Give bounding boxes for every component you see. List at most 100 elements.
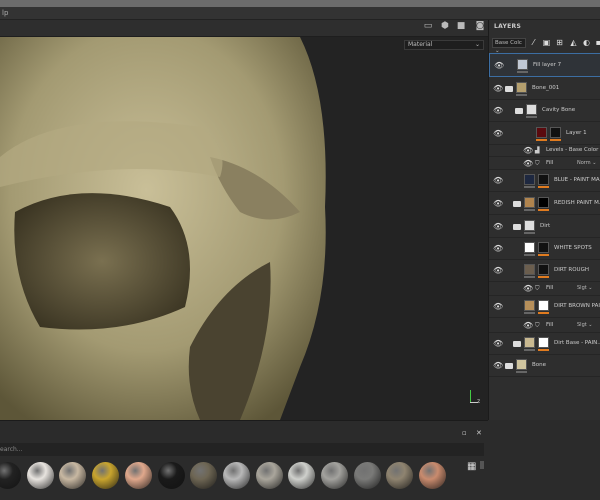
material-thumbnail[interactable] [124, 462, 152, 489]
visibility-eye-icon[interactable]: 👁 [493, 244, 503, 253]
mask-thumbnail[interactable] [538, 337, 549, 348]
material-thumbnail[interactable] [321, 462, 348, 489]
layer-row[interactable]: 👁 Bone_001 [489, 77, 600, 100]
visibility-eye-icon[interactable]: 👁 [493, 266, 503, 275]
layer-thumbnail[interactable] [536, 126, 547, 138]
display-mode-value: Material [408, 41, 433, 48]
layer-row[interactable]: 👁 ⛉ Fill Slgt ⌄ [489, 282, 600, 296]
material-thumbnail[interactable] [92, 462, 120, 489]
mask-thumbnail[interactable] [538, 196, 549, 208]
undock-icon[interactable]: ▫ [462, 429, 467, 437]
camera-frame-icon[interactable]: ▭ [422, 20, 434, 32]
layer-thumbnail[interactable] [516, 81, 527, 93]
video-icon[interactable]: ■ [455, 20, 467, 32]
material-thumbnail[interactable] [59, 462, 87, 489]
channel-indicator [516, 93, 527, 96]
blend-mode-select[interactable]: Norm ⌄ [577, 160, 596, 166]
layer-thumbnail[interactable] [524, 337, 535, 348]
layer-row[interactable]: 👁 BLUE - PAINT MASK [489, 170, 600, 192]
visibility-eye-icon[interactable]: 👁 [493, 129, 503, 138]
layer-row[interactable]: 👁 DIRT ROUGH [489, 260, 600, 282]
layer-thumbnail[interactable] [524, 242, 535, 253]
layer-row[interactable]: 👁 DIRT BROWN PAINT ... [489, 296, 600, 318]
layer-thumbnail[interactable] [524, 219, 535, 231]
visibility-eye-icon[interactable]: 👁 [493, 199, 503, 208]
mask-thumbnail[interactable] [538, 174, 549, 185]
mask-thumbnail[interactable] [538, 264, 549, 275]
panel-title: LAYERS [494, 23, 522, 30]
material-thumbnail[interactable] [26, 462, 54, 489]
layer-row[interactable]: 👁 Layer 1 [489, 122, 600, 145]
layer-thumbnail[interactable] [524, 300, 535, 311]
layer-row[interactable]: 👁 Dirt Base - PAIN... [489, 333, 600, 355]
layer-thumbnail[interactable] [524, 174, 535, 185]
object-icon[interactable]: ⬢ [439, 20, 451, 32]
visibility-eye-icon[interactable]: 👁 [493, 176, 503, 185]
visibility-eye-icon[interactable]: 👁 [493, 222, 503, 231]
mask-thumbnail[interactable] [550, 126, 561, 138]
layer-name: BLUE - PAINT MASK [554, 177, 600, 183]
grid-view-icon[interactable]: ▦ [467, 461, 476, 472]
brush-icon[interactable]: ⁄ [529, 38, 538, 48]
layer-thumbnail[interactable] [524, 264, 535, 275]
layer-thumbnail[interactable] [526, 104, 537, 115]
visibility-eye-icon[interactable]: 👁 [523, 159, 533, 168]
layer-row[interactable]: 👁 WHITE SPOTS [489, 238, 600, 260]
visibility-eye-icon[interactable]: 👁 [493, 106, 503, 115]
layer-row[interactable]: 👁 ⛉ Fill Norm ⌄ [489, 157, 600, 170]
layer-thumbnail[interactable] [517, 59, 528, 70]
mask-thumbnail[interactable] [538, 300, 549, 311]
visibility-eye-icon[interactable]: 👁 [523, 321, 533, 330]
layer-row[interactable]: 👁 ▟ Levels - Base Color [489, 145, 600, 157]
layer-row[interactable]: 👁 Bone [489, 355, 600, 377]
material-thumbnail[interactable] [190, 462, 218, 489]
channel-select[interactable]: Base Colc ⌄ [492, 38, 526, 54]
add-fill-icon[interactable]: ⊞ [555, 38, 564, 48]
skull-model [0, 37, 326, 420]
folder-icon[interactable]: ▪ [594, 38, 600, 48]
visibility-eye-icon[interactable]: 👁 [523, 284, 533, 293]
3d-viewport[interactable]: Material ⌄ z [0, 37, 488, 420]
add-mask-icon[interactable]: ◭ [569, 38, 578, 48]
display-mode-select[interactable]: Material ⌄ [404, 40, 484, 50]
material-thumbnail[interactable] [419, 462, 447, 489]
channel-indicator [524, 276, 535, 278]
layer-thumbnail[interactable] [524, 196, 535, 208]
layer-name: DIRT BROWN PAINT ... [554, 303, 600, 309]
layer-row[interactable]: 👁 Dirt [489, 215, 600, 238]
layer-thumbnail[interactable] [516, 359, 527, 370]
material-thumbnail[interactable] [255, 462, 283, 489]
screenshot-icon[interactable]: ◙ [474, 20, 486, 32]
layer-name: Bone [532, 362, 547, 368]
layer-row[interactable]: 👁 Cavity Bone [489, 100, 600, 122]
layer-row[interactable]: 👁 REDISH PAINT M... [489, 192, 600, 215]
channel-indicator [550, 138, 561, 141]
menu-help[interactable]: lp [2, 9, 8, 17]
mask-thumbnail[interactable] [538, 242, 549, 253]
layer-name: Fill [546, 159, 554, 166]
close-icon[interactable]: ✕ [476, 429, 482, 437]
material-thumbnail[interactable] [0, 462, 21, 489]
visibility-eye-icon[interactable]: 👁 [493, 339, 503, 348]
blend-mode-value: Norm [577, 159, 591, 166]
blend-mode-select[interactable]: Slgt ⌄ [577, 322, 592, 328]
add-layer-icon[interactable]: ▣ [542, 38, 551, 48]
visibility-eye-icon[interactable]: 👁 [523, 146, 533, 155]
channel-indicator [538, 208, 549, 211]
add-effect-icon[interactable]: ◐ [582, 38, 591, 48]
material-thumbnail[interactable] [157, 462, 185, 489]
visibility-eye-icon[interactable]: 👁 [493, 84, 503, 93]
material-thumbnail[interactable] [386, 462, 414, 489]
material-thumbnail[interactable] [353, 462, 381, 489]
layer-row[interactable]: 👁 ⛉ Fill Slgt ⌄ [489, 318, 600, 333]
material-thumbnail[interactable] [222, 462, 250, 489]
layer-row[interactable]: 👁 Fill layer 7 [489, 53, 600, 77]
channel-indicator [524, 312, 535, 314]
material-thumbnail[interactable] [288, 462, 316, 489]
visibility-eye-icon[interactable]: 👁 [493, 302, 503, 311]
scrollbar[interactable] [480, 461, 484, 469]
shelf-search-input[interactable]: earch... [0, 443, 484, 456]
visibility-eye-icon[interactable]: 👁 [494, 61, 504, 70]
visibility-eye-icon[interactable]: 👁 [493, 361, 503, 370]
blend-mode-select[interactable]: Slgt ⌄ [577, 285, 592, 291]
